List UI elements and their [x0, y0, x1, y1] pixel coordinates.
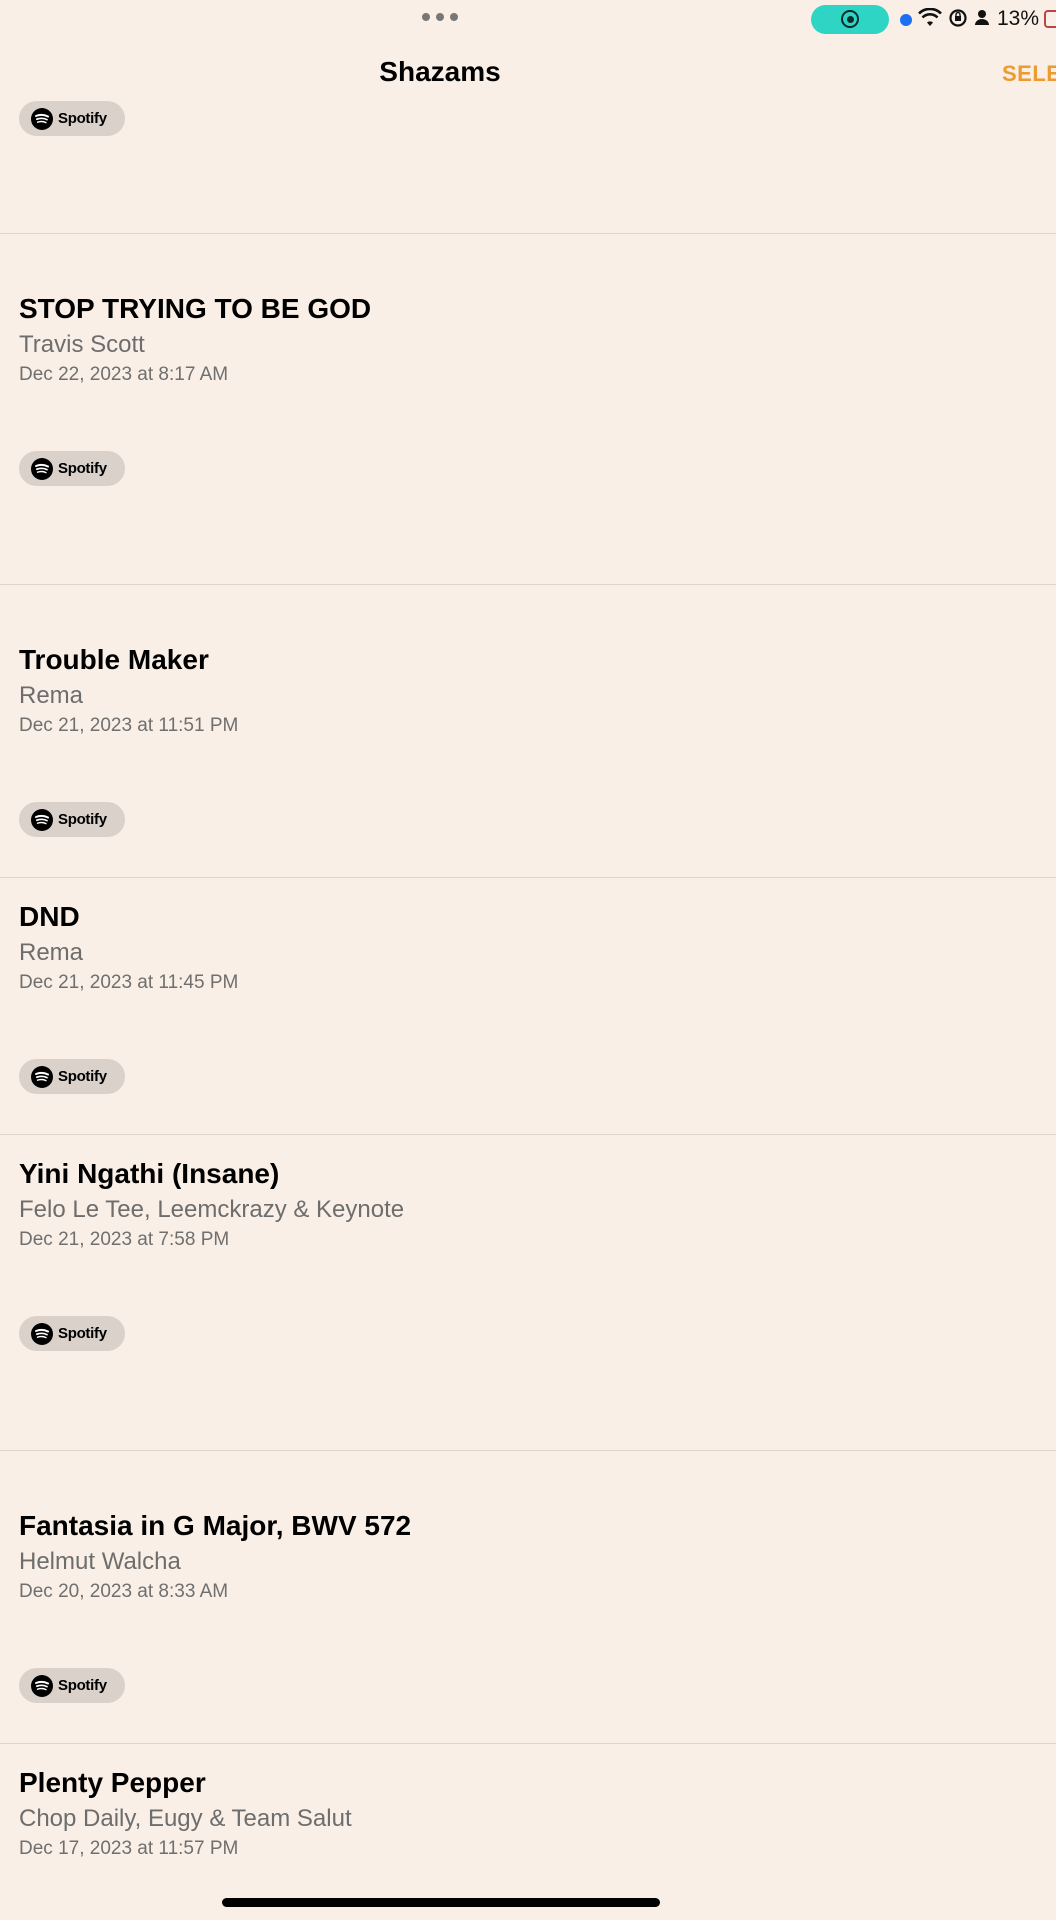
home-indicator[interactable] — [222, 1898, 660, 1907]
spotify-icon — [31, 1065, 53, 1088]
wifi-icon — [918, 8, 942, 26]
song-title: Yini Ngathi (Insane) — [19, 1158, 280, 1189]
status-bar: 13% — [0, 0, 1056, 40]
spotify-label: Spotify — [58, 1325, 107, 1342]
location-dot-icon — [900, 14, 912, 26]
song-artist: Rema — [19, 939, 84, 966]
list-item[interactable]: Plenty Pepper Chop Daily, Eugy & Team Sa… — [19, 1766, 919, 1861]
divider — [0, 584, 1056, 585]
screen-record-icon[interactable] — [811, 5, 889, 34]
divider — [0, 233, 1056, 234]
song-artist: Travis Scott — [19, 331, 145, 358]
spotify-label: Spotify — [58, 1677, 107, 1694]
spotify-button[interactable]: Spotify — [19, 802, 125, 837]
select-button[interactable]: SELE — [1002, 61, 1056, 87]
divider — [0, 1134, 1056, 1135]
song-artist: Helmut Walcha — [19, 1548, 181, 1575]
list-item[interactable]: Trouble Maker Rema Dec 21, 2023 at 11:51… — [19, 643, 919, 738]
spotify-button[interactable]: Spotify — [19, 1059, 125, 1094]
song-title: Fantasia in G Major, BWV 572 — [19, 1510, 412, 1541]
song-date: Dec 21, 2023 at 11:51 PM — [19, 715, 239, 736]
song-artist: Chop Daily, Eugy & Team Salut — [19, 1805, 352, 1832]
spotify-button[interactable]: Spotify — [19, 1668, 125, 1703]
song-title: DND — [19, 901, 80, 932]
spotify-icon — [31, 107, 53, 130]
spotify-label: Spotify — [58, 460, 107, 477]
spotify-icon — [31, 808, 53, 831]
battery-icon — [1044, 10, 1056, 28]
song-date: Dec 22, 2023 at 8:17 AM — [19, 364, 229, 385]
spotify-button[interactable]: Spotify — [19, 101, 125, 136]
divider — [0, 1743, 1056, 1744]
spotify-icon — [31, 1322, 53, 1345]
song-date: Dec 17, 2023 at 11:57 PM — [19, 1838, 239, 1859]
spotify-label: Spotify — [58, 110, 107, 127]
person-icon — [975, 10, 989, 25]
song-title: Trouble Maker — [19, 644, 209, 675]
page-title: Shazams — [379, 56, 501, 87]
list-item[interactable]: Yini Ngathi (Insane) Felo Le Tee, Leemck… — [19, 1157, 919, 1252]
song-artist: Felo Le Tee, Leemckrazy & Keynote — [19, 1196, 405, 1223]
song-date: Dec 21, 2023 at 11:45 PM — [19, 972, 239, 993]
spotify-icon — [31, 1674, 53, 1697]
list-item[interactable]: DND Rema Dec 21, 2023 at 11:45 PM — [19, 900, 919, 995]
divider — [0, 1450, 1056, 1451]
song-artist: Rema — [19, 682, 84, 709]
spotify-button[interactable]: Spotify — [19, 1316, 125, 1351]
song-title: STOP TRYING TO BE GOD — [19, 293, 372, 324]
orientation-lock-icon — [949, 9, 967, 27]
spotify-button[interactable]: Spotify — [19, 451, 125, 486]
song-date: Dec 20, 2023 at 8:33 AM — [19, 1581, 229, 1602]
song-date: Dec 21, 2023 at 7:58 PM — [19, 1229, 230, 1250]
spotify-icon — [31, 457, 53, 480]
battery-percentage: 13% — [997, 7, 1040, 30]
song-title: Plenty Pepper — [19, 1767, 206, 1798]
spotify-label: Spotify — [58, 1068, 107, 1085]
list-item[interactable]: Fantasia in G Major, BWV 572 Helmut Walc… — [19, 1509, 919, 1604]
list-item[interactable]: STOP TRYING TO BE GOD Travis Scott Dec 2… — [19, 292, 919, 387]
divider — [0, 877, 1056, 878]
more-dots-icon[interactable] — [422, 13, 458, 21]
spotify-label: Spotify — [58, 811, 107, 828]
